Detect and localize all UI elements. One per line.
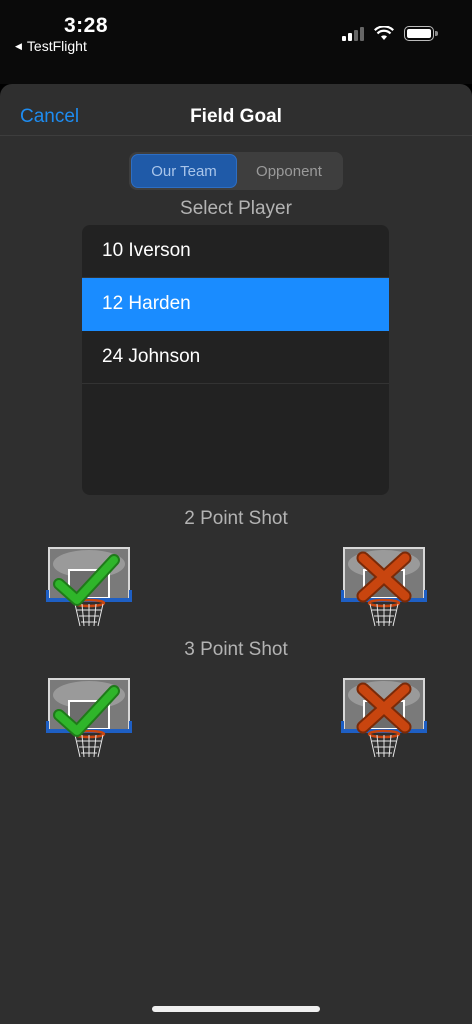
hoop-check-icon (46, 547, 132, 627)
nav-bar: Cancel Field Goal (0, 84, 472, 136)
segment-opponent[interactable]: Opponent (237, 154, 341, 188)
two-point-miss-button[interactable] (339, 546, 429, 628)
status-bar: 3:28 ◀ TestFlight (0, 0, 472, 84)
two-point-make-button[interactable] (44, 546, 134, 628)
home-indicator (152, 1006, 320, 1012)
field-goal-sheet: Cancel Field Goal Our Team Opponent Sele… (0, 84, 472, 1024)
player-list[interactable]: 10 Iverson 12 Harden 24 Johnson (82, 225, 389, 495)
player-row[interactable]: 10 Iverson (82, 225, 389, 278)
select-player-label: Select Player (180, 198, 292, 219)
player-row[interactable]: 24 Johnson (82, 331, 389, 384)
hoop-check-icon (46, 678, 132, 758)
wifi-icon (374, 26, 394, 40)
status-time: 3:28 (64, 14, 109, 37)
page-title: Field Goal (190, 106, 282, 127)
three-point-miss-button[interactable] (339, 677, 429, 759)
player-row-selected[interactable]: 12 Harden (82, 278, 389, 331)
team-segmented-control: Our Team Opponent (129, 152, 343, 190)
two-point-shot-label: 2 Point Shot (184, 508, 288, 529)
hoop-x-icon (341, 678, 427, 758)
status-icons (342, 26, 438, 41)
three-point-make-button[interactable] (44, 677, 134, 759)
segment-our-team[interactable]: Our Team (131, 154, 237, 188)
hoop-x-icon (341, 547, 427, 627)
battery-icon (404, 26, 438, 41)
three-point-shot-label: 3 Point Shot (184, 639, 288, 660)
cellular-signal-icon (342, 26, 364, 41)
back-app-label: TestFlight (26, 38, 87, 54)
back-triangle-icon: ◀ (15, 40, 22, 51)
back-to-app-link[interactable]: ◀ TestFlight (15, 38, 87, 54)
